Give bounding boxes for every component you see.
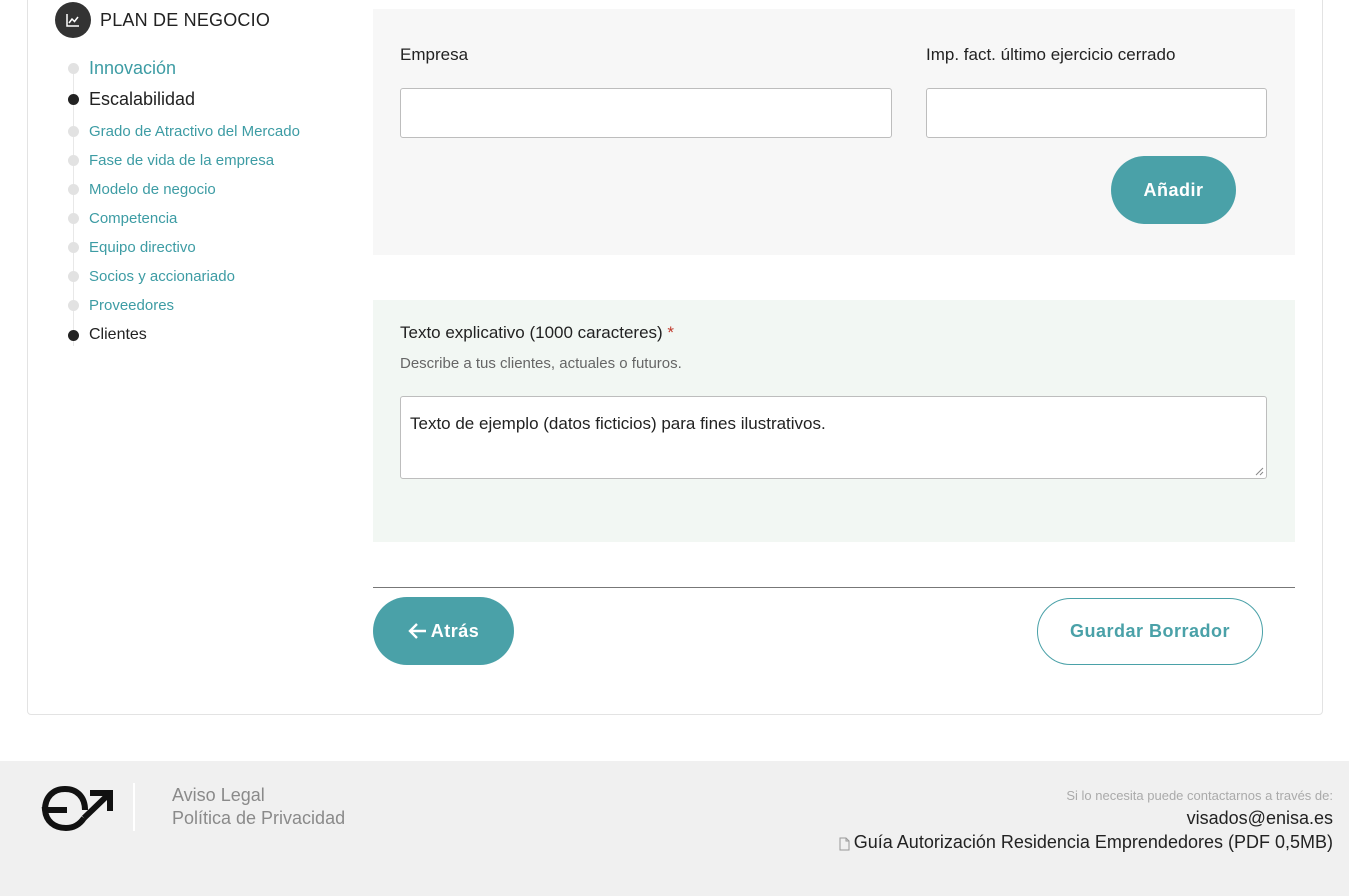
guide-label: Guía Autorización Residencia Emprendedor… [853, 832, 1333, 852]
contact-note: Si lo necesita puede contactarnos a trav… [1066, 788, 1333, 803]
chart-line-icon [55, 2, 91, 38]
step-label: Socios y accionariado [89, 268, 235, 285]
footer: Aviso Legal Política de Privacidad Si lo… [0, 761, 1349, 896]
step-fase-vida[interactable]: Fase de vida de la empresa [68, 152, 274, 169]
step-dot [68, 94, 79, 105]
arrow-left-icon [408, 623, 426, 639]
enisa-logo[interactable] [40, 783, 116, 838]
texto-label-text: Texto explicativo (1000 caracteres) [400, 323, 663, 342]
texto-help: Describe a tus clientes, actuales o futu… [400, 355, 682, 372]
empresa-input[interactable] [400, 88, 892, 138]
step-competencia[interactable]: Competencia [68, 210, 177, 227]
texto-value: Texto de ejemplo (datos ficticios) para … [410, 414, 826, 433]
step-dot [68, 213, 79, 224]
step-dot [68, 63, 79, 74]
texto-textarea[interactable]: Texto de ejemplo (datos ficticios) para … [400, 396, 1267, 479]
section-header: PLAN DE NEGOCIO [55, 2, 270, 38]
step-escalabilidad[interactable]: Escalabilidad [68, 89, 195, 110]
step-label: Grado de Atractivo del Mercado [89, 123, 300, 140]
divider [373, 587, 1295, 588]
step-grado-atractivo[interactable]: Grado de Atractivo del Mercado [68, 123, 300, 140]
step-modelo-negocio[interactable]: Modelo de negocio [68, 181, 216, 198]
document-icon [839, 837, 850, 851]
legal-link[interactable]: Aviso Legal [172, 785, 265, 806]
step-label: Competencia [89, 210, 178, 227]
facturacion-input[interactable] [926, 88, 1267, 138]
step-label: Fase de vida de la empresa [89, 152, 275, 169]
step-proveedores[interactable]: Proveedores [68, 297, 174, 314]
step-equipo-directivo[interactable]: Equipo directivo [68, 239, 196, 256]
step-clientes[interactable]: Clientes [68, 326, 147, 344]
facturacion-label: Imp. fact. último ejercicio cerrado [926, 45, 1176, 64]
step-dot [68, 184, 79, 195]
save-draft-button[interactable]: Guardar Borrador [1037, 598, 1263, 665]
step-label: Equipo directivo [89, 239, 196, 256]
step-dot [68, 329, 79, 341]
email-link[interactable]: visados@enisa.es [1187, 808, 1333, 829]
step-dot [68, 155, 79, 166]
step-dot [68, 242, 79, 253]
step-dot [68, 300, 79, 311]
resize-grip-icon[interactable] [1255, 467, 1264, 476]
empresa-label: Empresa [400, 45, 469, 64]
privacy-link[interactable]: Política de Privacidad [172, 808, 345, 829]
step-label: Modelo de negocio [89, 181, 216, 198]
step-dot [68, 126, 79, 137]
step-socios[interactable]: Socios y accionariado [68, 268, 235, 285]
footer-separator [133, 783, 135, 831]
step-label: Innovación [89, 58, 177, 78]
step-dot [68, 271, 79, 282]
step-innovacion[interactable]: Innovación [68, 58, 176, 79]
guide-link[interactable]: Guía Autorización Residencia Emprendedor… [839, 832, 1333, 853]
back-button[interactable]: Atrás [373, 597, 514, 665]
add-button[interactable]: Añadir [1111, 156, 1236, 224]
step-label: Escalabilidad [89, 89, 196, 109]
step-label: Clientes [89, 326, 147, 343]
required-mark: * [667, 323, 675, 342]
texto-label: Texto explicativo (1000 caracteres) * [400, 323, 674, 343]
back-label: Atrás [430, 620, 480, 641]
step-label: Proveedores [89, 297, 175, 314]
section-title: PLAN DE NEGOCIO [100, 9, 271, 30]
